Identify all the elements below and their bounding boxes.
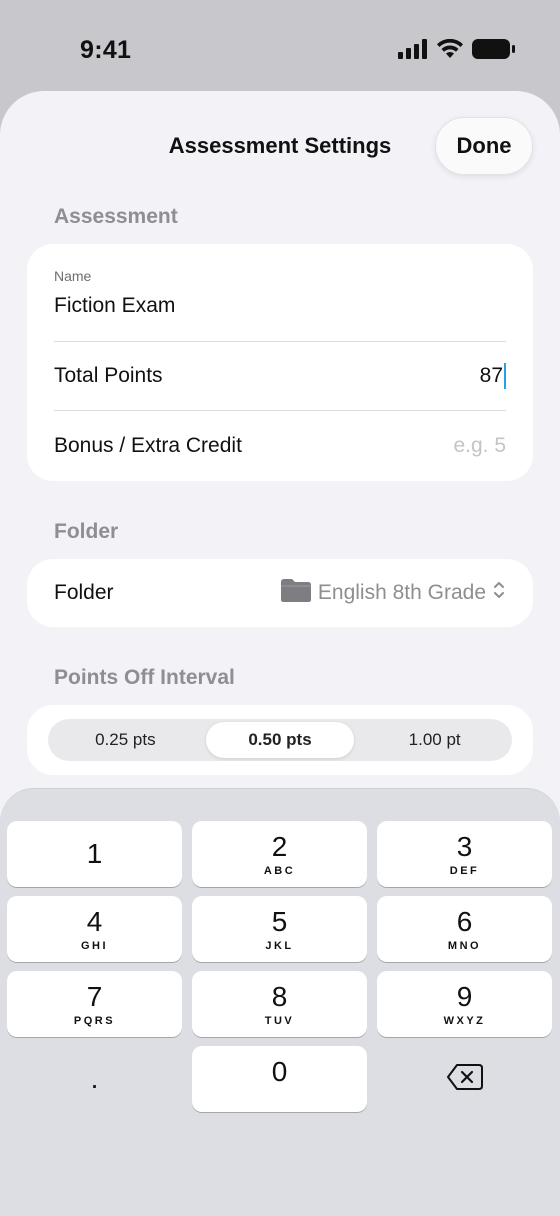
key-0[interactable]: 0 [192,1046,367,1112]
key-4[interactable]: 4 GHI [7,896,182,962]
key-number: 7 [86,980,103,1012]
bonus-label: Bonus / Extra Credit [54,434,242,457]
name-caption: Name [54,268,92,284]
key-letters: PQRS [73,1014,116,1027]
points-off-segmented-control: 0.25 pts 0.50 pts 1.00 pt [48,719,512,761]
key-number: 9 [456,980,473,1012]
key-9[interactable]: 9 WXYZ [377,971,552,1037]
status-bar: 9:41 [0,0,560,100]
key-letters: ABC [263,864,296,877]
folder-value: English 8th Grade [317,581,486,604]
key-2[interactable]: 2 ABC [192,821,367,887]
key-number: 0 [271,1056,288,1087]
status-icons [398,38,516,65]
segment-option[interactable]: 1.00 pt [360,722,509,758]
key-letters: DEF [449,864,480,877]
key-number: 5 [271,905,288,937]
key-1[interactable]: 1 [7,821,182,887]
battery-icon [472,38,516,65]
section-header-folder: Folder [54,520,119,543]
text-caret [504,363,506,389]
key-number: 8 [271,980,288,1012]
key-number: 1 [86,838,103,869]
total-points-row[interactable]: Total Points 87 [54,342,506,410]
segment-option[interactable]: 0.25 pts [51,722,200,758]
key-8[interactable]: 8 TUV [192,971,367,1037]
section-header-assessment: Assessment [54,205,178,228]
cellular-signal-icon [398,39,428,64]
name-field[interactable]: Name Fiction Exam [27,244,533,341]
numeric-keypad: 1 2 ABC 3 DEF 4 GHI 5 JKL 6 MNO 7 PQRS 8… [0,788,560,1216]
key-letters: MNO [447,939,482,952]
key-number: . [90,1063,99,1094]
key-decimal[interactable]: . [7,1046,182,1112]
key-3[interactable]: 3 DEF [377,821,552,887]
key-number: 2 [271,830,288,862]
bonus-input[interactable]: e.g. 5 [453,434,506,458]
bonus-row[interactable]: Bonus / Extra Credit e.g. 5 [54,411,506,481]
folder-label: Folder [54,581,114,604]
total-points-input[interactable]: 87 [480,363,506,389]
key-number: 3 [456,830,473,862]
key-letters: JKL [265,939,294,952]
section-header-points-off: Points Off Interval [54,666,235,689]
key-letters: TUV [264,1014,295,1027]
assessment-card: Name Fiction Exam Total Points 87 Bonus … [27,244,533,481]
key-7[interactable]: 7 PQRS [7,971,182,1037]
delete-backward-icon [446,1063,483,1096]
status-time: 9:41 [80,36,132,64]
total-points-label: Total Points [54,364,163,387]
key-6[interactable]: 6 MNO [377,896,552,962]
chevron-up-down-icon [492,579,506,607]
name-value: Fiction Exam [54,294,176,317]
folder-picker[interactable]: English 8th Grade [280,577,506,609]
key-letters: GHI [80,939,109,952]
key-5[interactable]: 5 JKL [192,896,367,962]
folder-icon [280,577,312,609]
folder-row[interactable]: Folder English 8th Grade [54,559,506,627]
folder-card: Folder English 8th Grade [27,559,533,627]
segment-option-selected[interactable]: 0.50 pts [205,722,355,758]
total-points-value: 87 [479,364,503,387]
key-number: 6 [456,905,473,937]
key-number: 4 [86,905,103,937]
delete-key[interactable] [377,1046,552,1112]
key-letters: WXYZ [443,1014,486,1027]
wifi-icon [436,38,464,64]
points-off-card: 0.25 pts 0.50 pts 1.00 pt [27,705,533,775]
done-button[interactable]: Done [435,117,533,175]
